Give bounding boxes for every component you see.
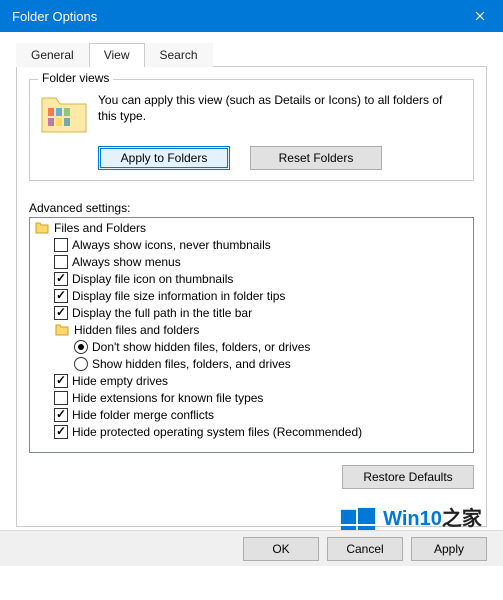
dialog-button-bar: OK Cancel Apply [0, 530, 503, 566]
tab-general[interactable]: General [16, 43, 89, 67]
checkbox-icon [54, 391, 68, 405]
tree-item-label: Display the full path in the title bar [72, 306, 252, 320]
tree-group-files-folders: Files and Folders [30, 219, 473, 236]
checkbox-icon [54, 255, 68, 269]
tree-item[interactable]: Hide protected operating system files (R… [30, 423, 473, 440]
tree-item-label: Always show icons, never thumbnails [72, 238, 271, 252]
dialog-content: General View Search Folder views [0, 32, 503, 527]
checkbox-icon [54, 374, 68, 388]
close-button[interactable] [457, 0, 503, 32]
checkbox-icon [54, 238, 68, 252]
tree-item-label: Hide folder merge conflicts [72, 408, 214, 422]
tree-item[interactable]: Display file size information in folder … [30, 287, 473, 304]
tab-view[interactable]: View [89, 43, 145, 67]
tree-item-label: Display file icon on thumbnails [72, 272, 233, 286]
folder-views-description: You can apply this view (such as Details… [98, 92, 463, 124]
tree-item[interactable]: Always show menus [30, 253, 473, 270]
tree-item-label: Hidden files and folders [74, 323, 199, 337]
tree-item: Hidden files and folders [30, 321, 473, 338]
radio-icon [74, 357, 88, 371]
checkbox-icon [54, 425, 68, 439]
cancel-button[interactable]: Cancel [327, 537, 403, 561]
apply-to-folders-button[interactable]: Apply to Folders [98, 146, 230, 170]
tree-item[interactable]: Hide extensions for known file types [30, 389, 473, 406]
tree-group-label: Files and Folders [54, 221, 146, 235]
restore-defaults-button[interactable]: Restore Defaults [342, 465, 474, 489]
tab-search[interactable]: Search [145, 43, 213, 67]
tab-panel-view: Folder views You can apply this view (su… [16, 67, 487, 527]
reset-folders-button[interactable]: Reset Folders [250, 146, 382, 170]
tree-item[interactable]: Display file icon on thumbnails [30, 270, 473, 287]
tree-item[interactable]: Always show icons, never thumbnails [30, 236, 473, 253]
tree-item-label: Show hidden files, folders, and drives [92, 357, 291, 371]
checkbox-icon [54, 408, 68, 422]
tree-item-label: Always show menus [72, 255, 181, 269]
checkbox-icon [54, 306, 68, 320]
tree-item-label: Don't show hidden files, folders, or dri… [92, 340, 310, 354]
checkbox-icon [54, 272, 68, 286]
tree-item-label: Hide extensions for known file types [72, 391, 263, 405]
tree-item-label: Hide protected operating system files (R… [72, 425, 362, 439]
apply-button[interactable]: Apply [411, 537, 487, 561]
folder-icon [34, 221, 50, 235]
tree-item[interactable]: Hide folder merge conflicts [30, 406, 473, 423]
radio-icon [74, 340, 88, 354]
ok-button[interactable]: OK [243, 537, 319, 561]
tree-item-label: Display file size information in folder … [72, 289, 285, 303]
checkbox-icon [54, 289, 68, 303]
advanced-settings-tree[interactable]: Files and Folders Always show icons, nev… [29, 217, 474, 453]
tree-item[interactable]: Don't show hidden files, folders, or dri… [30, 338, 473, 355]
close-icon [475, 11, 485, 21]
advanced-settings-label: Advanced settings: [29, 201, 474, 215]
tree-item-label: Hide empty drives [72, 374, 168, 388]
folder-views-icon [40, 92, 88, 136]
tree-item[interactable]: Hide empty drives [30, 372, 473, 389]
window-title: Folder Options [12, 9, 457, 24]
title-bar: Folder Options [0, 0, 503, 32]
tab-strip: General View Search [16, 42, 487, 67]
folder-views-label: Folder views [38, 71, 113, 85]
tree-item[interactable]: Show hidden files, folders, and drives [30, 355, 473, 372]
folder-views-group: Folder views You can apply this view (su… [29, 79, 474, 181]
tree-item[interactable]: Display the full path in the title bar [30, 304, 473, 321]
folder-icon [54, 323, 70, 337]
